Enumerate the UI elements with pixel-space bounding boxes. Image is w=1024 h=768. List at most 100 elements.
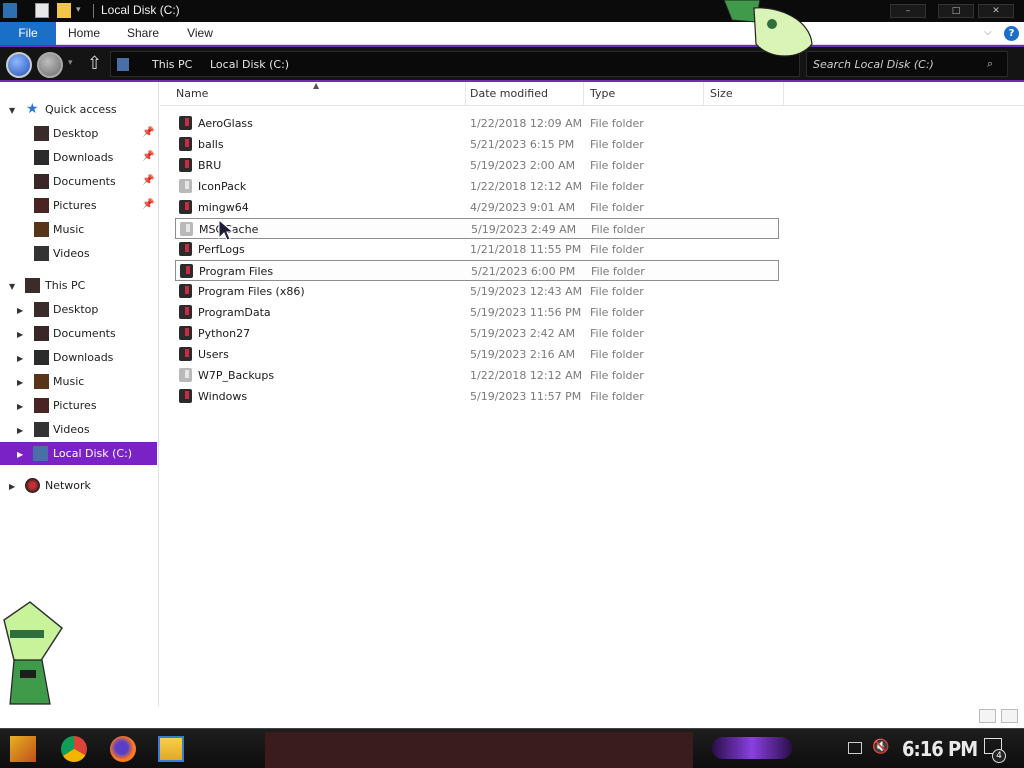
file-name: balls <box>198 138 224 151</box>
table-row[interactable]: Users 5/19/2023 2:16 AM File folder <box>175 344 779 365</box>
start-button-icon[interactable] <box>10 736 36 762</box>
chevron-down-icon[interactable]: ⌵ <box>984 27 992 38</box>
large-icons-view-icon[interactable] <box>1001 709 1018 723</box>
nav-quick-downloads[interactable]: Downloads 📌 <box>0 146 157 170</box>
volume-muted-icon[interactable]: 🔇 <box>872 739 889 755</box>
help-icon[interactable]: ? <box>1004 26 1019 41</box>
search-input[interactable] <box>813 56 983 73</box>
downloads-icon <box>34 350 49 365</box>
tab-home[interactable]: Home <box>62 22 106 45</box>
address-toolbar: ▾ ⇧ This PC Local Disk (C:) ⌕ <box>0 45 1024 82</box>
nav-label: Downloads <box>53 351 114 364</box>
nav-quick-access[interactable]: ▼ ★ Quick access <box>0 98 157 122</box>
breadcrumb-this-pc[interactable]: This PC <box>152 58 192 71</box>
table-row[interactable]: IconPack 1/22/2018 12:12 AM File folder <box>175 176 779 197</box>
folder-icon <box>179 305 192 319</box>
collapse-icon[interactable]: ▼ <box>9 282 15 291</box>
table-row[interactable]: Windows 5/19/2023 11:57 PM File folder <box>175 386 779 407</box>
nav-quick-music[interactable]: Music <box>0 218 157 242</box>
nav-pc-downloads[interactable]: ▶ Downloads <box>0 346 157 370</box>
file-date: 5/19/2023 11:57 PM <box>470 390 582 403</box>
taskbar-clock[interactable]: 6:16 PM <box>902 737 978 761</box>
collapse-icon[interactable]: ▼ <box>9 106 15 115</box>
expand-icon[interactable]: ▶ <box>17 330 23 339</box>
network-tray-icon[interactable] <box>848 742 862 754</box>
file-name: W7P_Backups <box>198 369 275 382</box>
pin-icon[interactable]: 📌 <box>142 199 154 210</box>
maximize-button[interactable]: □ <box>938 4 974 18</box>
tab-share[interactable]: Share <box>120 22 166 45</box>
new-folder-icon[interactable] <box>57 3 71 18</box>
expand-icon[interactable]: ▶ <box>17 450 23 459</box>
expand-icon[interactable]: ▶ <box>9 482 15 491</box>
table-row[interactable]: AeroGlass 1/22/2018 12:09 AM File folder <box>175 113 779 134</box>
expand-icon[interactable]: ▶ <box>17 306 23 315</box>
file-name: Windows <box>198 390 248 403</box>
breadcrumb-local-disk[interactable]: Local Disk (C:) <box>210 58 289 71</box>
file-name: Python27 <box>198 327 251 340</box>
nav-this-pc[interactable]: ▼ This PC <box>0 274 157 298</box>
column-date-modified[interactable]: Date modified <box>464 82 584 106</box>
pin-icon[interactable]: 📌 <box>142 151 154 162</box>
forward-icon[interactable] <box>37 52 63 78</box>
table-row[interactable]: mingw64 4/29/2023 9:01 AM File folder <box>175 197 779 218</box>
nav-label: Network <box>45 479 91 492</box>
search-icon[interactable]: ⌕ <box>987 57 993 71</box>
table-row[interactable]: Python27 5/19/2023 2:42 AM File folder <box>175 323 779 344</box>
documents-icon <box>34 326 49 341</box>
pictures-icon <box>34 398 49 413</box>
address-bar[interactable]: This PC Local Disk (C:) <box>110 51 800 77</box>
pin-icon[interactable]: 📌 <box>142 175 154 186</box>
column-size[interactable]: Size <box>704 82 784 106</box>
nav-label: Documents <box>53 327 116 340</box>
table-row[interactable]: Program Files (x86) 5/19/2023 12:43 AM F… <box>175 281 779 302</box>
file-explorer-icon[interactable] <box>158 736 184 762</box>
nav-quick-desktop[interactable]: Desktop 📌 <box>0 122 157 146</box>
back-icon[interactable] <box>6 52 32 78</box>
nav-pc-music[interactable]: ▶ Music <box>0 370 157 394</box>
minimize-button[interactable]: – <box>890 4 926 18</box>
nav-pc-documents[interactable]: ▶ Documents <box>0 322 157 346</box>
recent-locations-icon[interactable]: ▾ <box>68 58 73 68</box>
table-row[interactable]: balls 5/21/2023 6:15 PM File folder <box>175 134 779 155</box>
desktop-icon <box>34 302 49 317</box>
column-header-row: Name ▲ Date modified Type Size <box>160 81 1024 106</box>
table-row[interactable]: PerfLogs 1/21/2018 11:55 PM File folder <box>175 239 779 260</box>
properties-icon[interactable] <box>35 3 49 18</box>
nav-pc-videos[interactable]: ▶ Videos <box>0 418 157 442</box>
character-sticker-top <box>720 0 816 62</box>
firefox-icon[interactable] <box>110 736 136 762</box>
table-row[interactable]: Program Files 5/21/2023 6:00 PM File fol… <box>175 260 779 281</box>
column-type[interactable]: Type <box>584 82 704 106</box>
customize-toolbar-icon[interactable]: ▾ <box>76 3 90 18</box>
table-row[interactable]: MSOCache 5/19/2023 2:49 AM File folder <box>175 218 779 239</box>
expand-icon[interactable]: ▶ <box>17 426 23 435</box>
table-row[interactable]: W7P_Backups 1/22/2018 12:12 AM File fold… <box>175 365 779 386</box>
table-row[interactable]: BRU 5/19/2023 2:00 AM File folder <box>175 155 779 176</box>
file-date: 5/21/2023 6:15 PM <box>470 138 575 151</box>
nav-quick-pictures[interactable]: Pictures 📌 <box>0 194 157 218</box>
nav-quick-documents[interactable]: Documents 📌 <box>0 170 157 194</box>
nav-quick-videos[interactable]: Videos <box>0 242 157 266</box>
nav-pc-pictures[interactable]: ▶ Pictures <box>0 394 157 418</box>
chrome-icon[interactable] <box>61 736 87 762</box>
pin-icon[interactable]: 📌 <box>142 127 154 138</box>
details-view-icon[interactable] <box>979 709 996 723</box>
tab-file[interactable]: File <box>0 22 56 45</box>
file-date: 1/21/2018 11:55 PM <box>470 243 582 256</box>
nav-pc-desktop[interactable]: ▶ Desktop <box>0 298 157 322</box>
close-button[interactable]: ✕ <box>978 4 1014 18</box>
folder-icon <box>180 222 193 236</box>
expand-icon[interactable]: ▶ <box>17 402 23 411</box>
up-arrow-icon[interactable]: ⇧ <box>87 53 102 74</box>
expand-icon[interactable]: ▶ <box>17 354 23 363</box>
expand-icon[interactable]: ▶ <box>17 378 23 387</box>
file-name: AeroGlass <box>198 117 253 130</box>
nav-label: This PC <box>45 279 86 292</box>
nav-network[interactable]: ▶ Network <box>0 474 157 498</box>
file-type: File folder <box>590 369 644 382</box>
app-icon[interactable] <box>3 3 17 18</box>
nav-pc-local-disk[interactable]: ▶ Local Disk (C:) <box>0 442 157 465</box>
table-row[interactable]: ProgramData 5/19/2023 11:56 PM File fold… <box>175 302 779 323</box>
tab-view[interactable]: View <box>180 22 220 45</box>
